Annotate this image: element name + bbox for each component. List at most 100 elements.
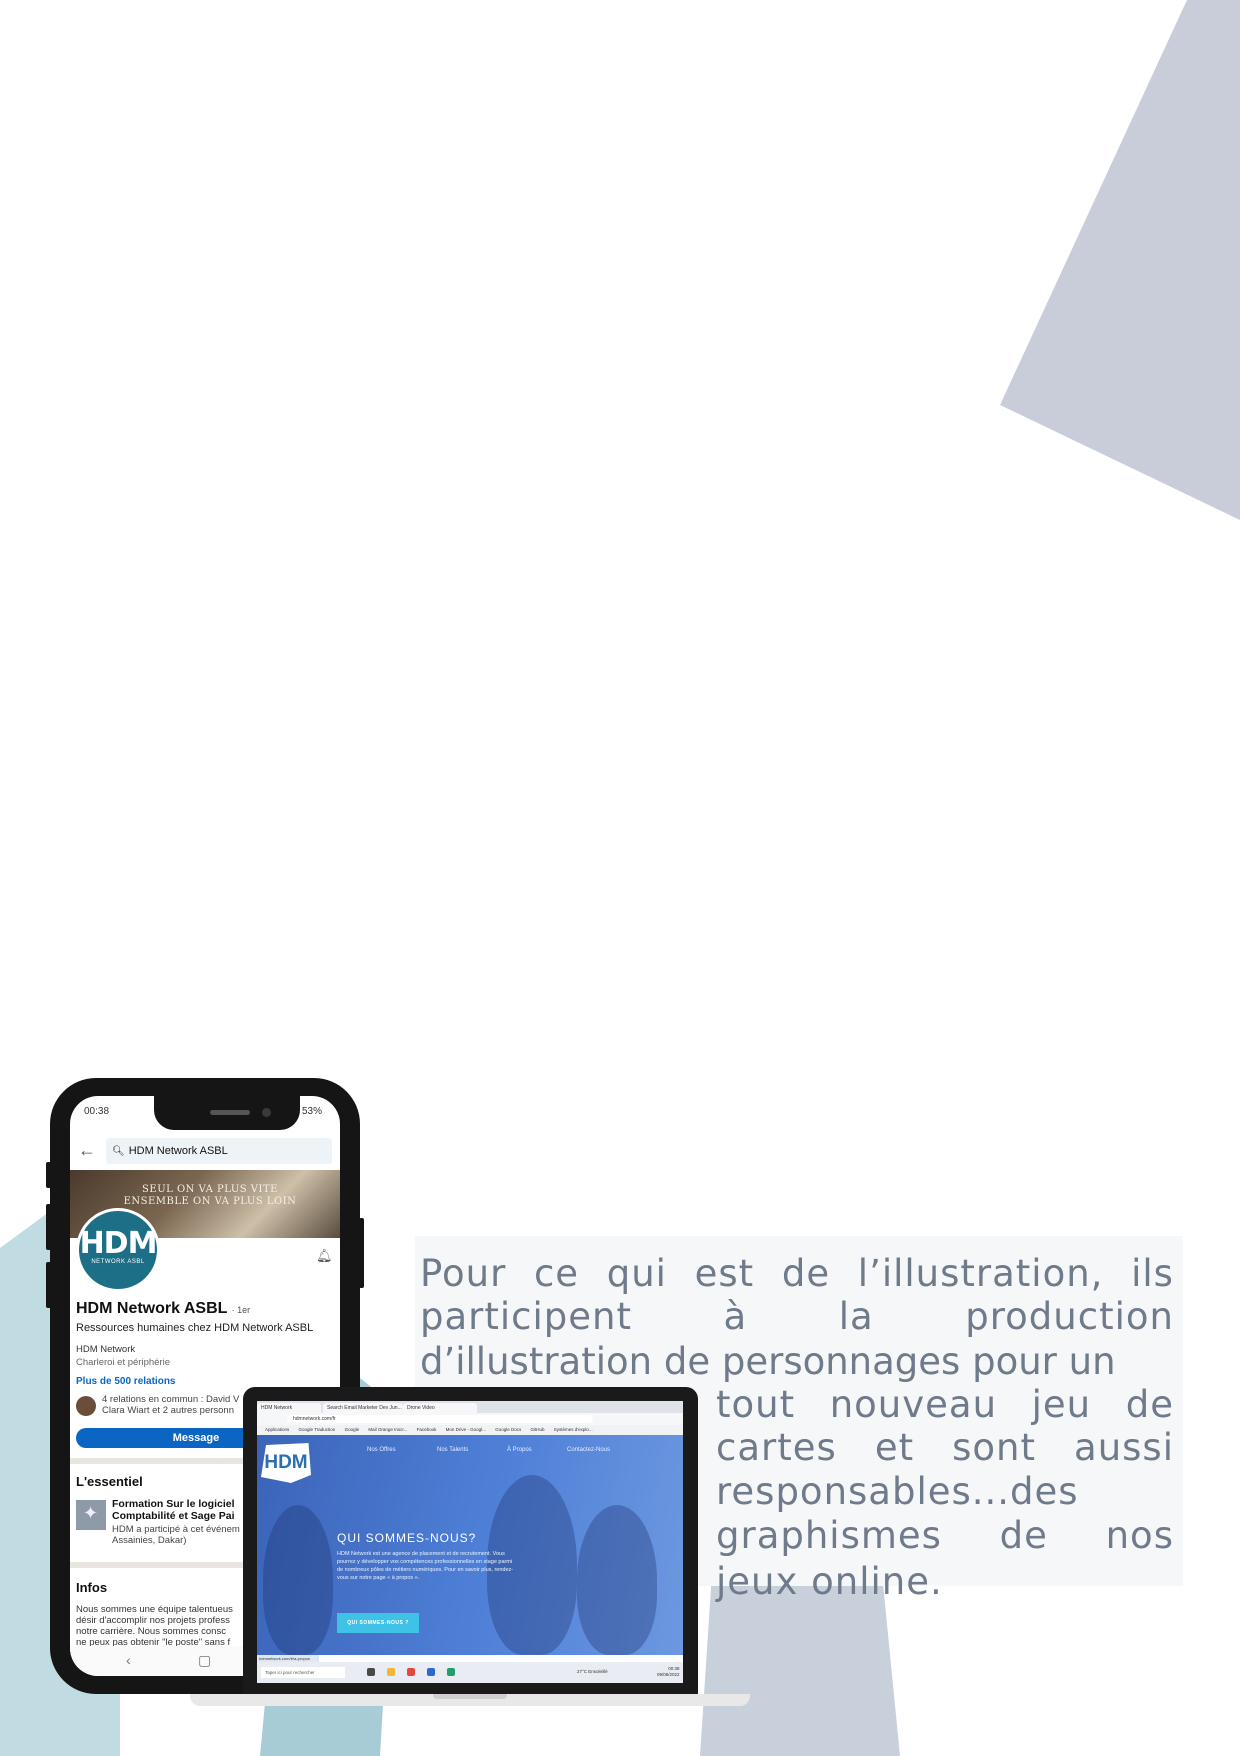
site-description: HDM Network est une agence de placement … xyxy=(337,1551,514,1581)
taskbar-app-icon[interactable] xyxy=(427,1668,435,1676)
search-icon: 🔍︎ xyxy=(112,1146,125,1157)
website-hero: HDM Nos Offres Nos Talents À Propos Cont… xyxy=(257,1435,683,1655)
clock-date: 09/08/2022 xyxy=(657,1672,680,1677)
essentiel-heading: L'essentiel xyxy=(76,1474,143,1489)
word: cartes xyxy=(716,1426,837,1469)
infos-line-2: désir d'accomplir nos projets profess xyxy=(76,1615,230,1626)
word: nouveau xyxy=(829,1383,998,1426)
relations-link[interactable]: Plus de 500 relations xyxy=(76,1376,176,1387)
taskbar-search-input[interactable]: Taper ici pour rechercher xyxy=(261,1667,345,1678)
bookmark[interactable]: GitHub xyxy=(530,1427,544,1432)
taskbar-app-icon[interactable] xyxy=(447,1668,455,1676)
browser-tabs: HDM Network Search Email Marketer Dev Ju… xyxy=(257,1401,683,1413)
search-bar: ← 🔍︎ HDM Network ASBL xyxy=(78,1136,332,1166)
word: d’illustration de personnages pour un xyxy=(420,1340,1116,1383)
bookmark[interactable]: Google Docs xyxy=(495,1427,521,1432)
site-heading: QUI SOMMES-NOUS? xyxy=(337,1531,477,1545)
url-input[interactable]: hdmnetwork.com/fr xyxy=(287,1415,593,1423)
back-nav-icon[interactable]: ‹ xyxy=(126,1652,131,1668)
word: l’illustration, xyxy=(857,1252,1104,1295)
word: de xyxy=(999,1514,1048,1557)
paragraph-line-8: jeux online. xyxy=(716,1560,943,1603)
weather-widget[interactable]: 27°C Ensoleillé xyxy=(577,1669,608,1674)
profile-company: HDM Network xyxy=(76,1344,136,1355)
word: sont xyxy=(952,1426,1036,1469)
profile-location: Charleroi et périphérie xyxy=(76,1357,170,1368)
event-icon xyxy=(76,1500,106,1530)
site-cta-button[interactable]: QUI SOMMES-NOUS ? xyxy=(337,1613,419,1633)
bookmark[interactable]: Mail Orange Inscr... xyxy=(368,1427,407,1432)
word: nos xyxy=(1105,1514,1174,1557)
browser-tab[interactable]: HDM Network xyxy=(257,1403,321,1413)
browser-tab[interactable]: Search Email Marketer Dev Jun... xyxy=(323,1403,403,1413)
word: tout xyxy=(716,1383,796,1426)
phone-volume-button xyxy=(46,1162,51,1188)
word: ils xyxy=(1131,1252,1174,1295)
cover-line-1: SEUL ON VA PLUS VITE xyxy=(142,1184,278,1195)
site-nav-talents[interactable]: Nos Talents xyxy=(437,1447,468,1453)
taskbar-app-icon[interactable] xyxy=(367,1668,375,1676)
essentiel-item-desc: HDM a participé à cet événem Assainies, … xyxy=(112,1524,240,1546)
paragraph-line-7: graphismes de nos xyxy=(716,1514,1174,1557)
search-input[interactable]: 🔍︎ HDM Network ASBL xyxy=(106,1138,332,1164)
phone-notch xyxy=(154,1096,300,1130)
word: production xyxy=(965,1295,1174,1338)
common-line-2: Clara Wiart et 2 autres personn xyxy=(102,1405,235,1416)
windows-taskbar: Taper ici pour rechercher 27°C Ensoleill… xyxy=(257,1662,683,1683)
status-battery: 53% xyxy=(302,1106,323,1117)
word: et xyxy=(874,1426,915,1469)
paragraph-line-5: cartes et sont aussi xyxy=(716,1426,1174,1469)
essentiel-title-line-2: Comptabilité et Sage Pai xyxy=(112,1510,235,1522)
word: qui xyxy=(606,1252,667,1295)
site-nav-offres[interactable]: Nos Offres xyxy=(367,1447,396,1453)
common-relations-text: 4 relations en commun : David V Clara Wi… xyxy=(102,1394,239,1416)
phone-power-button xyxy=(359,1218,364,1288)
logo-text: HDM xyxy=(79,1226,158,1261)
back-arrow-icon[interactable]: ← xyxy=(78,1140,96,1161)
bookmark[interactable]: Google Traduction xyxy=(299,1427,336,1432)
avatar xyxy=(76,1396,96,1416)
site-nav-contact[interactable]: Contactez-Nous xyxy=(567,1447,610,1453)
bookmark[interactable]: Mon Drive - Googl... xyxy=(446,1427,486,1432)
camera-icon xyxy=(262,1108,271,1117)
site-logo[interactable]: HDM xyxy=(261,1443,311,1483)
taskbar-clock[interactable]: 00:38 09/08/2022 xyxy=(657,1666,680,1678)
essentiel-title-line-1: Formation Sur le logiciel xyxy=(112,1498,235,1510)
paragraph-line-1: Pour ce qui est de l’illustration, ils xyxy=(420,1252,1174,1295)
phone-volume-button xyxy=(46,1204,51,1250)
word: jeux online. xyxy=(716,1560,943,1603)
infos-line-1: Nous sommes une équipe talentueus xyxy=(76,1604,233,1615)
word: de xyxy=(781,1252,831,1295)
bookmark[interactable]: Applications xyxy=(265,1427,289,1432)
laptop-base xyxy=(190,1694,750,1706)
paragraph-line-2: participent à la production xyxy=(420,1295,1174,1338)
search-query: HDM Network ASBL xyxy=(128,1145,228,1157)
bookmark[interactable]: Systèmes d'explo... xyxy=(554,1427,593,1432)
laptop-base-notch xyxy=(433,1694,507,1699)
word: graphismes xyxy=(716,1514,942,1557)
browser-tab[interactable]: Drone Video xyxy=(403,1403,477,1413)
taskbar-app-icon[interactable] xyxy=(387,1668,395,1676)
top-right-triangle xyxy=(1000,0,1240,520)
infos-line-3: notre carrière. Nous sommes consc xyxy=(76,1626,226,1637)
word: ce xyxy=(533,1252,580,1295)
bell-icon[interactable]: 🔔︎ xyxy=(316,1248,333,1264)
connection-degree: · 1er xyxy=(231,1305,251,1315)
taskbar-app-icon[interactable] xyxy=(407,1668,415,1676)
infos-text: Nous sommes une équipe talentueus désir … xyxy=(76,1604,233,1648)
site-nav-apropos[interactable]: À Propos xyxy=(507,1447,532,1453)
company-logo[interactable]: HDM NETWORK ASBL xyxy=(76,1208,160,1292)
word: participent xyxy=(420,1295,632,1338)
laptop-screen: HDM Network Search Email Marketer Dev Ju… xyxy=(257,1401,683,1683)
paragraph-line-6: responsables...des xyxy=(716,1470,1079,1513)
profile-name: HDM Network ASBL · 1er xyxy=(76,1300,250,1318)
word: la xyxy=(838,1295,874,1338)
essentiel-desc-line-1: HDM a participé à cet événem xyxy=(112,1524,240,1535)
infos-heading: Infos xyxy=(76,1580,108,1595)
bookmark[interactable]: Google xyxy=(345,1427,360,1432)
word: de xyxy=(1125,1383,1174,1426)
essentiel-item-title[interactable]: Formation Sur le logiciel Comptabilité e… xyxy=(112,1498,235,1522)
home-nav-icon[interactable]: ▢ xyxy=(198,1652,211,1669)
common-line-1: 4 relations en commun : David V xyxy=(102,1394,240,1405)
bookmark[interactable]: Facebook xyxy=(417,1427,437,1432)
